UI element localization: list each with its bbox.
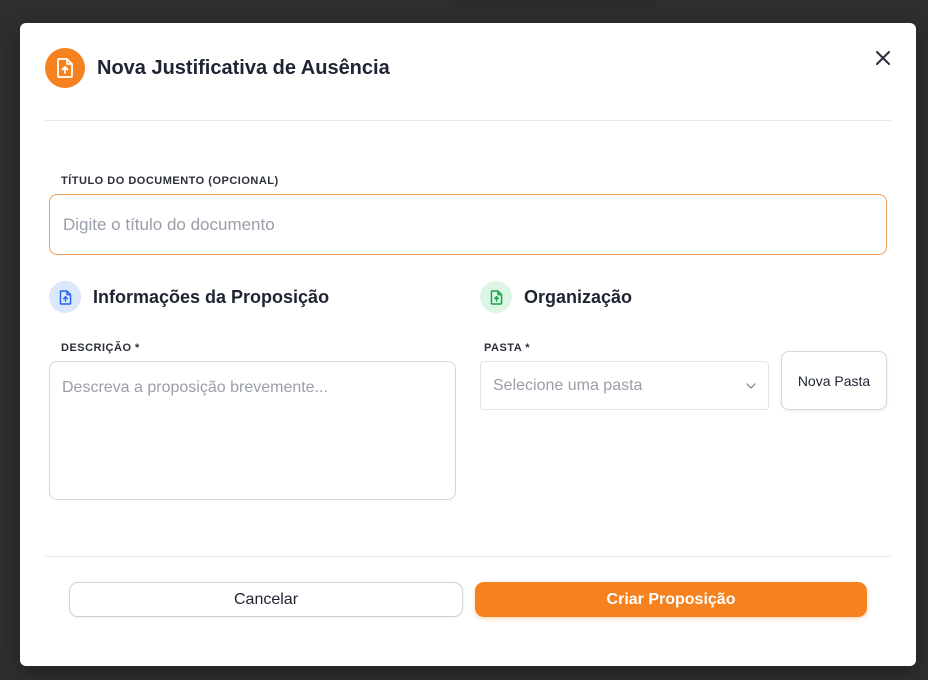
modal-dialog: Nova Justificativa de Ausência TÍTULO DO… xyxy=(20,23,916,666)
description-textarea[interactable] xyxy=(49,361,456,500)
new-folder-button[interactable]: Nova Pasta xyxy=(781,351,887,410)
footer-divider xyxy=(45,556,891,557)
folder-select[interactable]: Selecione uma pasta xyxy=(480,361,769,410)
organization-heading: Organização xyxy=(524,287,633,307)
proposition-info-heading: Informações da Proposição xyxy=(93,287,330,307)
document-title-input[interactable] xyxy=(49,194,887,255)
close-icon xyxy=(876,51,890,65)
file-upload-icon xyxy=(49,281,81,313)
chevron-down-icon xyxy=(746,382,756,389)
file-upload-icon xyxy=(480,281,512,313)
modal-title: Nova Justificativa de Ausência xyxy=(97,57,390,79)
close-button[interactable] xyxy=(870,45,896,71)
file-upload-icon xyxy=(45,48,85,88)
folder-label: PASTA * xyxy=(484,342,531,354)
document-title-label: TÍTULO DO DOCUMENTO (OPCIONAL) xyxy=(61,175,279,187)
create-proposition-button[interactable]: Criar Proposição xyxy=(475,582,867,617)
folder-select-placeholder: Selecione uma pasta xyxy=(493,376,643,394)
backdrop xyxy=(455,0,655,10)
header-divider xyxy=(45,120,891,121)
cancel-button[interactable]: Cancelar xyxy=(69,582,463,617)
description-label: DESCRIÇÃO * xyxy=(61,342,140,354)
